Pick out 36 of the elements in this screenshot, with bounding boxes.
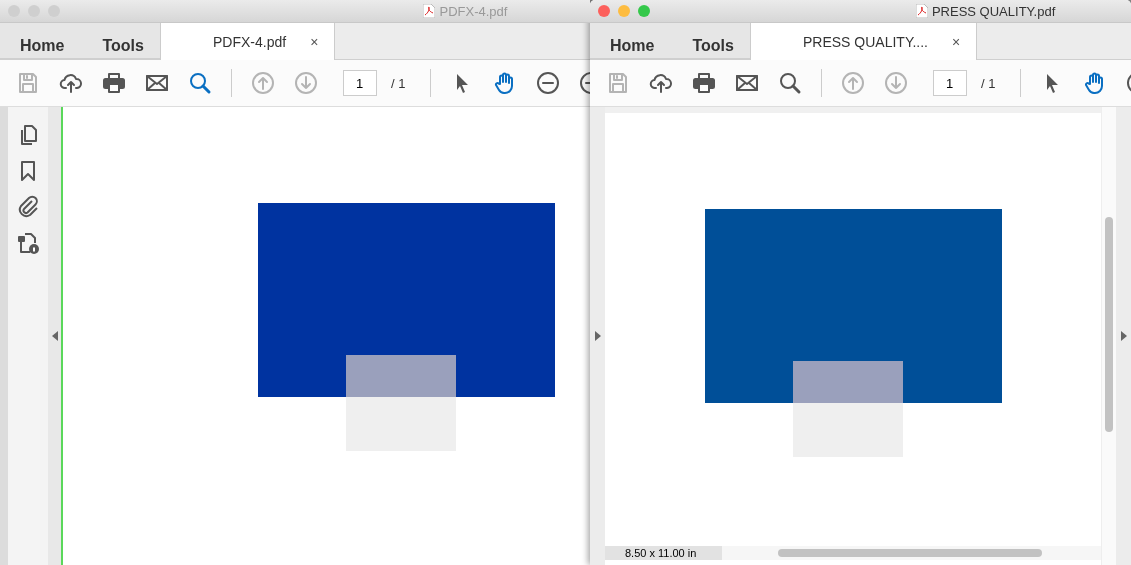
close-tab-button[interactable]: × bbox=[952, 34, 961, 60]
tab[interactable]: Home bbox=[590, 26, 673, 55]
document-tab[interactable]: PRESS QUALITY.... × bbox=[750, 23, 978, 60]
panel-handle[interactable] bbox=[1116, 107, 1131, 565]
pdf-file-icon bbox=[423, 4, 436, 18]
search-icon[interactable] bbox=[778, 71, 802, 95]
document-info-icon[interactable] bbox=[16, 231, 40, 255]
tab-label: PDFX-4.pdf bbox=[213, 34, 287, 52]
page-total: / 1 bbox=[981, 75, 996, 91]
panel-handle[interactable] bbox=[48, 107, 63, 565]
panel-handle[interactable] bbox=[590, 107, 605, 565]
vertical-scrollbar[interactable] bbox=[1105, 217, 1113, 432]
print-icon[interactable] bbox=[692, 71, 716, 95]
expand-arrow-icon[interactable] bbox=[1120, 331, 1127, 341]
window-title: PDFX-4.pdf bbox=[439, 3, 508, 19]
page-number-field[interactable]: 1 bbox=[933, 70, 967, 96]
expand-arrow-icon[interactable] bbox=[594, 331, 601, 341]
search-icon[interactable] bbox=[188, 71, 212, 95]
document-tab[interactable]: PDFX-4.pdf × bbox=[160, 23, 336, 60]
window-title: PRESS QUALITY.pdf bbox=[931, 3, 1056, 19]
upload-icon[interactable] bbox=[649, 71, 673, 95]
tab-label: PRESS QUALITY.... bbox=[803, 34, 928, 52]
close-tab-button[interactable]: × bbox=[310, 34, 319, 60]
page-total: / 1 bbox=[391, 75, 406, 91]
upload-icon[interactable] bbox=[59, 71, 83, 95]
tab[interactable]: Tools bbox=[82, 26, 162, 55]
page-size-label: 8.50 x 11.00 in bbox=[605, 546, 722, 560]
tab[interactable]: Tools bbox=[672, 26, 752, 55]
paperclip-icon[interactable] bbox=[16, 195, 40, 219]
zoom-out-icon[interactable] bbox=[536, 71, 561, 95]
pdf-file-icon bbox=[915, 4, 928, 18]
collapse-arrow-icon[interactable] bbox=[51, 331, 58, 341]
page-number-field[interactable]: 1 bbox=[343, 70, 377, 96]
print-icon[interactable] bbox=[102, 71, 126, 95]
tab[interactable]: Home bbox=[0, 26, 83, 55]
horizontal-scrollbar[interactable] bbox=[778, 549, 1042, 557]
